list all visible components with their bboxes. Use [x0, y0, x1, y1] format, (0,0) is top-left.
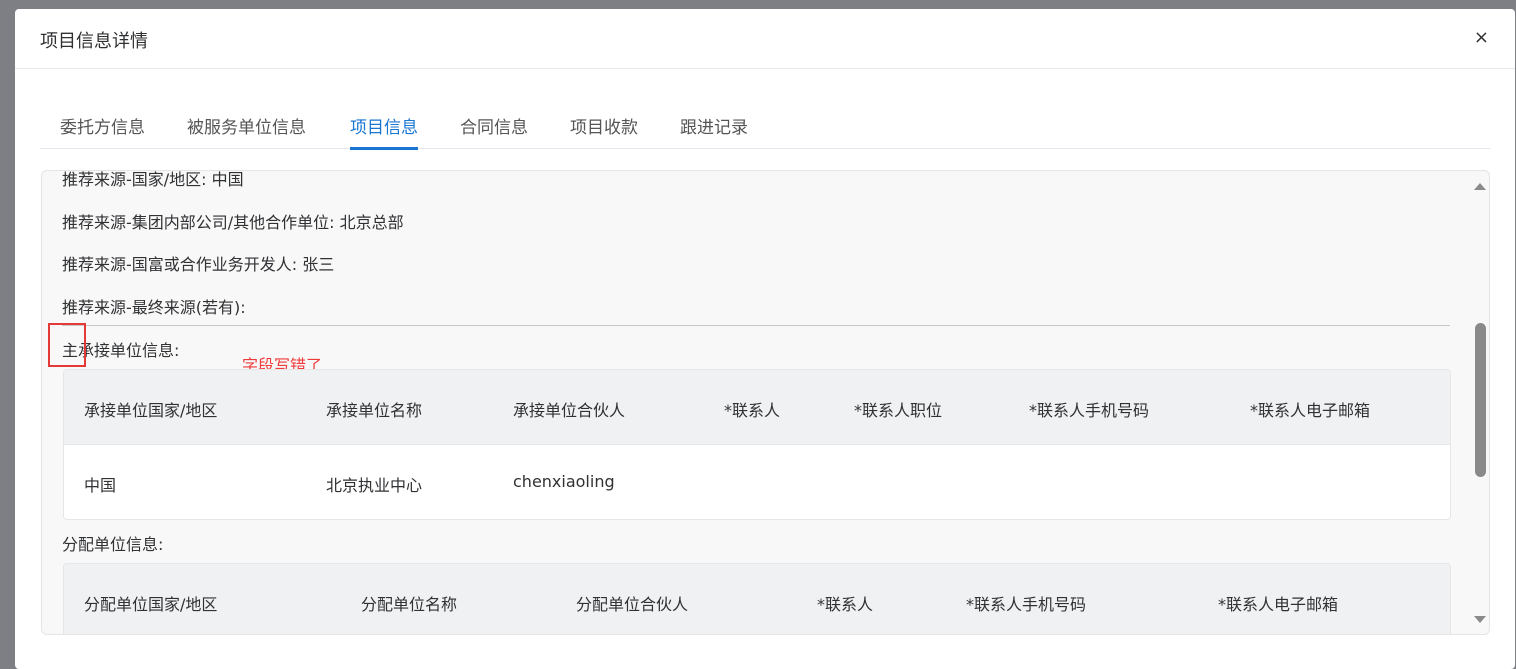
field-referral-developer: 推荐来源-国富或合作业务开发人: 张三	[62, 255, 335, 274]
tab-contract-info[interactable]: 合同信息	[460, 113, 528, 138]
tab-follow-up-records[interactable]: 跟进记录	[680, 113, 748, 138]
scroll-up-arrow-icon[interactable]	[1474, 183, 1486, 190]
column-header: 承接单位国家/地区	[84, 401, 218, 420]
close-icon[interactable]: ×	[1474, 27, 1489, 48]
cell-partner: chenxiaoling	[513, 472, 615, 491]
column-header: 分配单位合伙人	[576, 595, 689, 614]
column-header: *联系人电子邮箱	[1218, 595, 1339, 614]
table-header: 承接单位国家/地区 承接单位名称 承接单位合伙人 *联系人 *联系人职位 *联系…	[64, 370, 1450, 445]
field-referral-country: 推荐来源-国家/地区: 中国	[62, 170, 244, 189]
cell-country: 中国	[84, 476, 117, 495]
divider	[62, 325, 1450, 326]
field-referral-partner: 推荐来源-集团内部公司/其他合作单位: 北京总部	[62, 213, 404, 232]
scrollbar-thumb[interactable]	[1475, 323, 1486, 477]
alloc-unit-label: 分配单位信息:	[62, 535, 164, 554]
field-referral-final-source: 推荐来源-最终来源(若有):	[62, 298, 246, 317]
column-header: *联系人	[724, 401, 781, 420]
column-header: *联系人手机号码	[966, 595, 1087, 614]
header-divider	[15, 68, 1515, 69]
column-header: 分配单位国家/地区	[84, 595, 218, 614]
tab-project-info[interactable]: 项目信息	[350, 113, 418, 150]
column-header: *联系人职位	[854, 401, 943, 420]
tab-project-payment[interactable]: 项目收款	[570, 113, 638, 138]
cell-unit-name: 北京执业中心	[326, 476, 423, 495]
column-header: 承接单位合伙人	[513, 401, 626, 420]
project-detail-dialog: 项目信息详情 × 委托方信息 被服务单位信息 项目信息 合同信息 项目收款 跟进…	[15, 9, 1515, 669]
content-panel: 推荐来源-国家/地区: 中国 推荐来源-集团内部公司/其他合作单位: 北京总部 …	[41, 170, 1490, 635]
dialog-title: 项目信息详情	[40, 31, 148, 52]
column-header: *联系人手机号码	[1029, 401, 1150, 420]
column-header: *联系人电子邮箱	[1250, 401, 1371, 420]
tab-bar: 委托方信息 被服务单位信息 项目信息 合同信息 项目收款 跟进记录	[40, 109, 1490, 150]
table-header: 分配单位国家/地区 分配单位名称 分配单位合伙人 *联系人 *联系人手机号码 *…	[64, 564, 1450, 634]
scroll-down-arrow-icon[interactable]	[1474, 616, 1486, 623]
tab-served-unit-info[interactable]: 被服务单位信息	[187, 113, 306, 138]
alloc-unit-table: 分配单位国家/地区 分配单位名称 分配单位合伙人 *联系人 *联系人手机号码 *…	[63, 563, 1451, 634]
table-row: 中国 北京执业中心 chenxiaoling	[64, 445, 1450, 519]
annotation-box	[48, 323, 86, 367]
column-header: 分配单位名称	[361, 595, 458, 614]
tab-client-info[interactable]: 委托方信息	[60, 113, 145, 138]
column-header: *联系人	[817, 595, 874, 614]
main-unit-table: 承接单位国家/地区 承接单位名称 承接单位合伙人 *联系人 *联系人职位 *联系…	[63, 369, 1451, 520]
column-header: 承接单位名称	[326, 401, 423, 420]
